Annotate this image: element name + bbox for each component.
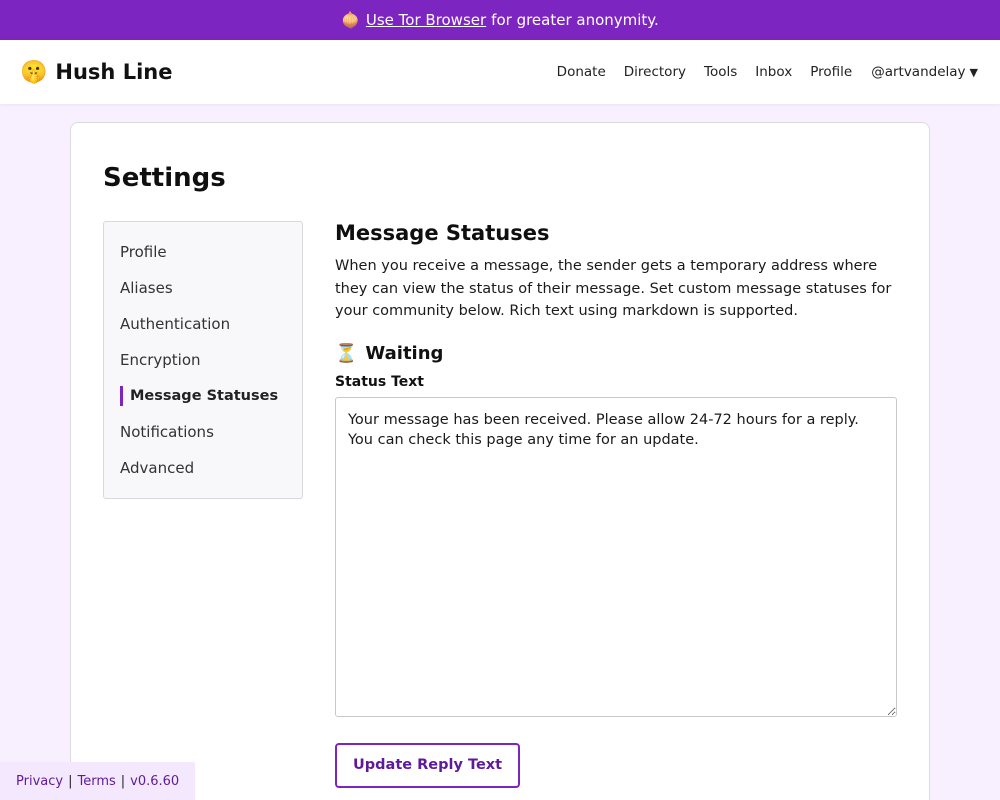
privacy-link[interactable]: Privacy bbox=[16, 774, 63, 789]
status-text-input[interactable] bbox=[335, 396, 897, 717]
nav-links: Donate Directory Tools Inbox Profile @ar… bbox=[539, 64, 978, 80]
nav-directory[interactable]: Directory bbox=[624, 64, 686, 80]
settings-menu-authentication[interactable]: Authentication bbox=[104, 308, 302, 344]
brand-logo[interactable]: 🤫 Hush Line bbox=[20, 60, 172, 85]
settings-menu-aliases[interactable]: Aliases bbox=[104, 272, 302, 308]
message-statuses-section: Message Statuses When you receive a mess… bbox=[335, 221, 899, 788]
tor-browser-link[interactable]: Use Tor Browser bbox=[366, 11, 486, 29]
status-text-label: Status Text bbox=[335, 373, 424, 390]
onion-icon: 🧅 bbox=[341, 11, 360, 29]
status-heading: ⏳ Waiting bbox=[335, 343, 899, 364]
nav-tools[interactable]: Tools bbox=[704, 64, 737, 80]
settings-menu-notifications[interactable]: Notifications bbox=[104, 416, 302, 452]
settings-menu-encryption[interactable]: Encryption bbox=[104, 344, 302, 380]
hourglass-icon: ⏳ bbox=[335, 342, 358, 364]
banner-text: for greater anonymity. bbox=[491, 11, 659, 29]
settings-menu-advanced[interactable]: Advanced bbox=[104, 452, 302, 488]
footer: Privacy | Terms | v0.6.60 bbox=[0, 762, 196, 800]
footer-separator: | bbox=[120, 773, 126, 789]
section-description: When you receive a message, the sender g… bbox=[335, 258, 892, 319]
username: @artvandelay bbox=[871, 64, 966, 80]
tor-banner: 🧅 Use Tor Browser for greater anonymity. bbox=[0, 0, 1000, 40]
footer-separator: | bbox=[68, 773, 73, 789]
nav-profile[interactable]: Profile bbox=[810, 64, 852, 80]
nav-inbox[interactable]: Inbox bbox=[755, 64, 792, 80]
version-link[interactable]: v0.6.60 bbox=[130, 774, 179, 789]
page-title: Settings bbox=[103, 163, 226, 193]
top-navigation: 🤫 Hush Line Donate Directory Tools Inbox… bbox=[0, 40, 1000, 104]
terms-link[interactable]: Terms bbox=[77, 774, 115, 789]
settings-menu-profile[interactable]: Profile bbox=[104, 236, 302, 272]
settings-menu: Profile Aliases Authentication Encryptio… bbox=[103, 221, 303, 499]
settings-menu-message-statuses[interactable]: Message Statuses bbox=[104, 380, 302, 416]
shushing-face-icon: 🤫 bbox=[20, 59, 48, 85]
user-menu[interactable]: @artvandelay ▼ bbox=[871, 64, 978, 80]
section-title: Message Statuses bbox=[335, 221, 550, 245]
caret-down-icon: ▼ bbox=[969, 65, 978, 79]
brand-name: Hush Line bbox=[55, 60, 173, 84]
nav-donate[interactable]: Donate bbox=[557, 64, 606, 80]
update-reply-text-button[interactable]: Update Reply Text bbox=[335, 742, 521, 788]
settings-card: Settings Profile Aliases Authentication … bbox=[70, 122, 930, 800]
status-name: Waiting bbox=[365, 342, 444, 364]
